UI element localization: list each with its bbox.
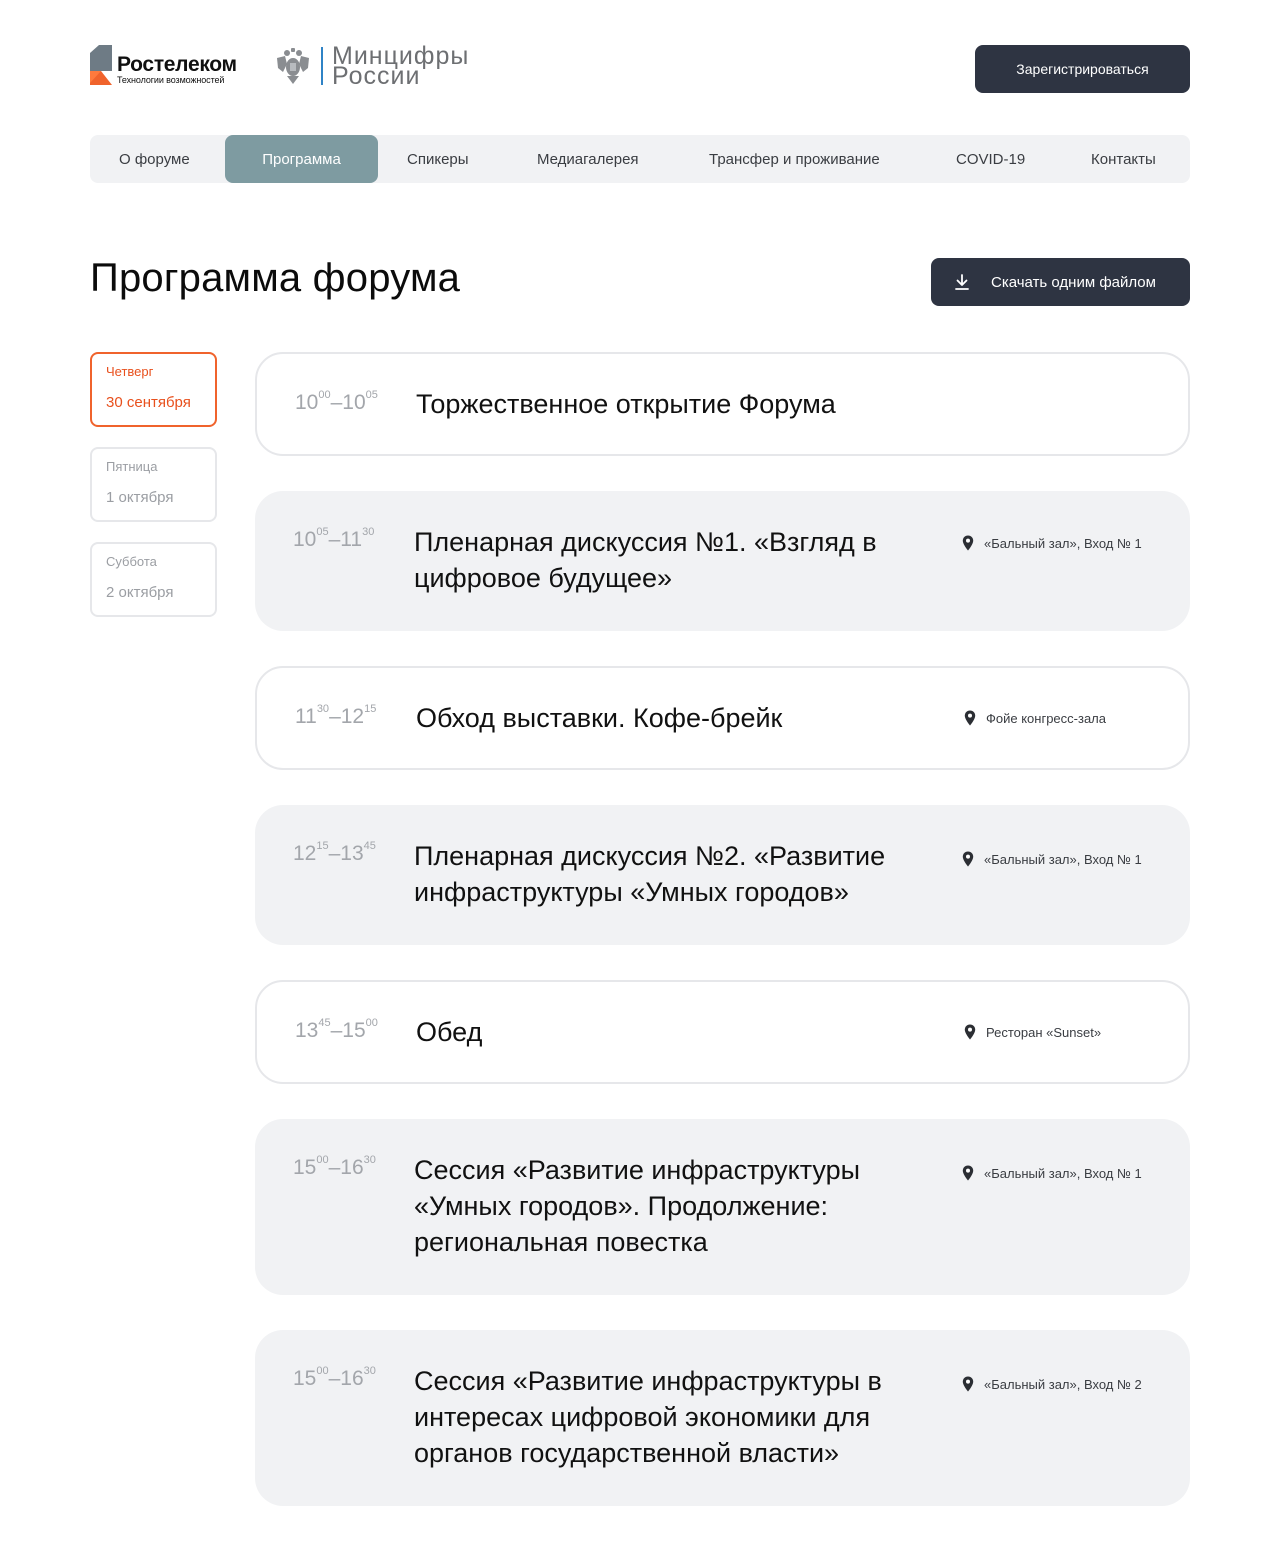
event-location: «Бальный зал», Вход № 1 xyxy=(962,535,1142,551)
ministry-name-line2: России xyxy=(332,62,421,90)
nav-item-transfer[interactable]: Трансфер и проживание xyxy=(709,135,956,183)
day-tab-thursday[interactable]: Четверг 30 сентября xyxy=(90,352,217,427)
day-weekday: Пятница xyxy=(106,459,158,474)
event-time: 1130–1215 xyxy=(295,703,377,729)
day-weekday: Четверг xyxy=(106,364,154,379)
event-card[interactable]: 1345–1500 Обед Ресторан «Sunset» xyxy=(255,980,1190,1084)
download-button[interactable]: Скачать одним файлом xyxy=(931,258,1190,306)
main-nav: О форуме Программа Спикеры Медиагалерея … xyxy=(90,135,1190,183)
event-card[interactable]: 1000–1005 Торжественное открытие Форума xyxy=(255,352,1190,456)
register-button[interactable]: Зарегистрироваться xyxy=(975,45,1190,93)
event-title: Торжественное открытие Форума xyxy=(416,389,836,419)
day-tab-saturday[interactable]: Суббота 2 октября xyxy=(90,542,217,617)
event-title: Сессия «Развитие инфраструктуры «Умных г… xyxy=(414,1155,861,1257)
map-pin-icon xyxy=(962,1376,974,1392)
day-date: 30 сентября xyxy=(106,394,191,411)
event-card[interactable]: 1005–1130 Пленарная дискуссия №1. «Взгля… xyxy=(255,491,1190,631)
event-card[interactable]: 1130–1215 Обход выставки. Кофе-брейк Фой… xyxy=(255,666,1190,770)
day-date: 1 октября xyxy=(106,489,174,506)
event-location: Ресторан «Sunset» xyxy=(964,1024,1101,1040)
event-time: 1005–1130 xyxy=(293,526,375,552)
event-title: Обед xyxy=(416,1017,483,1047)
header: Ростелеком Технологии возможностей Минци… xyxy=(90,44,1190,93)
day-tab-friday[interactable]: Пятница 1 октября xyxy=(90,447,217,522)
nav-item-about[interactable]: О форуме xyxy=(90,135,225,183)
download-button-label: Скачать одним файлом xyxy=(991,273,1156,291)
brand-tagline: Технологии возможностей xyxy=(117,75,225,85)
map-pin-icon xyxy=(962,1165,974,1181)
event-time: 1000–1005 xyxy=(295,389,378,415)
coat-of-arms-icon xyxy=(277,48,309,84)
map-pin-icon xyxy=(962,535,974,551)
map-pin-icon xyxy=(962,851,974,867)
day-date: 2 октября xyxy=(106,584,174,601)
rostelecom-logo-icon xyxy=(90,45,112,85)
map-pin-icon xyxy=(964,1024,976,1040)
ministry-divider xyxy=(321,47,323,85)
event-card[interactable]: 1500–1630 Сессия «Развитие инфраструктур… xyxy=(255,1330,1190,1506)
download-icon xyxy=(955,274,969,290)
event-title: Пленарная дискуссия №2. «Развитие инфрас… xyxy=(414,841,886,907)
brand-name: Ростелеком xyxy=(117,53,237,76)
event-time: 1345–1500 xyxy=(295,1017,378,1043)
day-weekday: Суббота xyxy=(106,554,157,569)
event-time: 1500–1630 xyxy=(293,1154,376,1180)
nav-item-contacts[interactable]: Контакты xyxy=(1091,135,1181,183)
event-location: «Бальный зал», Вход № 2 xyxy=(962,1376,1142,1392)
rostelecom-logo[interactable]: Ростелеком Технологии возможностей xyxy=(90,45,237,87)
event-location: «Бальный зал», Вход № 1 xyxy=(962,1165,1142,1181)
nav-item-program[interactable]: Программа xyxy=(225,135,378,183)
event-card[interactable]: 1500–1630 Сессия «Развитие инфраструктур… xyxy=(255,1119,1190,1295)
event-card[interactable]: 1215–1345 Пленарная дискуссия №2. «Разви… xyxy=(255,805,1190,945)
event-title: Пленарная дискуссия №1. «Взгляд в цифров… xyxy=(414,527,877,593)
event-location: Фойе конгресс-зала xyxy=(964,710,1106,726)
event-title: Обход выставки. Кофе-брейк xyxy=(416,703,783,733)
nav-item-speakers[interactable]: Спикеры xyxy=(378,135,537,183)
event-location: «Бальный зал», Вход № 1 xyxy=(962,851,1142,867)
event-time: 1500–1630 xyxy=(293,1365,376,1391)
nav-item-media-gallery[interactable]: Медиагалерея xyxy=(537,135,709,183)
map-pin-icon xyxy=(964,710,976,726)
event-title: Сессия «Развитие инфраструктуры в интере… xyxy=(414,1366,882,1468)
nav-item-covid[interactable]: COVID-19 xyxy=(956,135,1091,183)
ministry-logo[interactable]: Минцифры России xyxy=(275,44,469,90)
page-title: Программа форума xyxy=(90,256,461,300)
event-time: 1215–1345 xyxy=(293,840,376,866)
